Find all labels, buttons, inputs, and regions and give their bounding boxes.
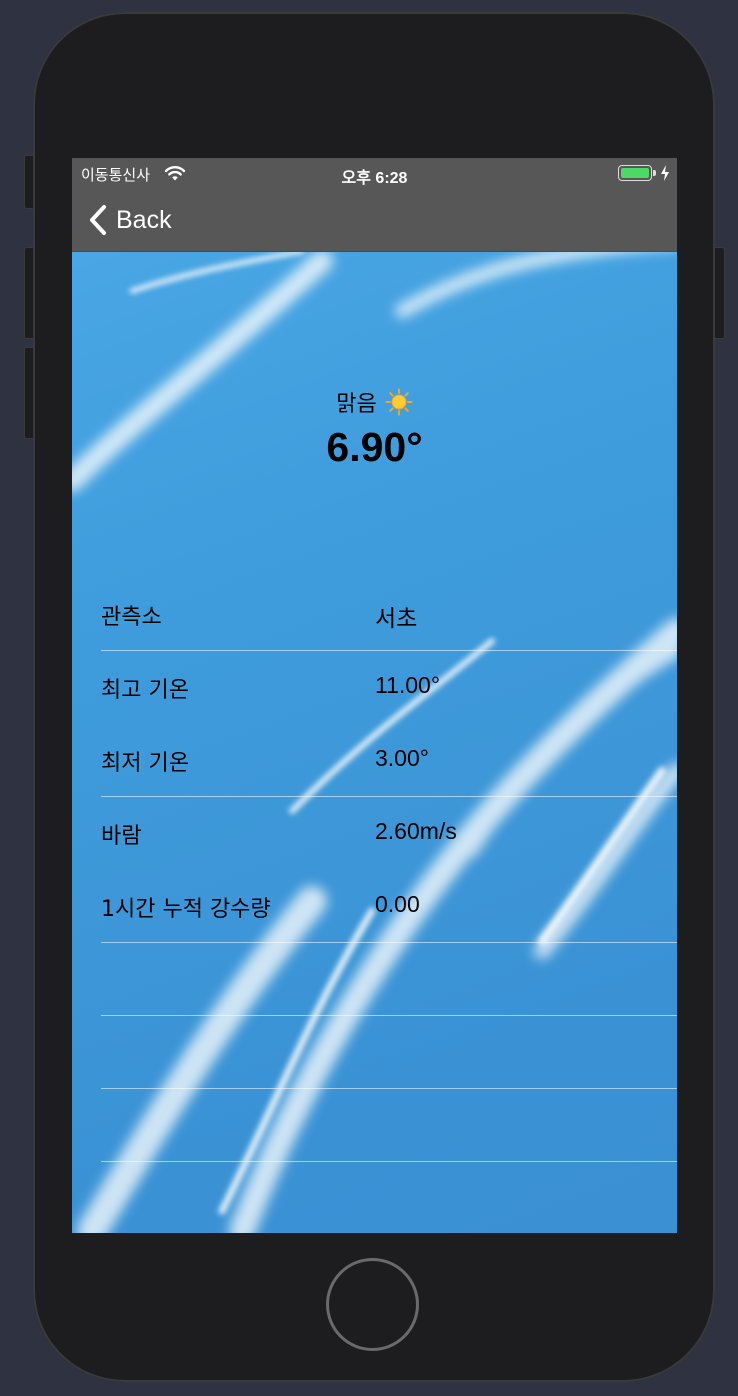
sun-icon — [385, 388, 413, 416]
battery-level — [621, 168, 649, 178]
condition-row: 맑음 — [336, 386, 413, 418]
row-label: 관측소 — [101, 605, 162, 630]
weather-details-table: 관측소 서초 최고 기온 11.00° 최저 기온 3.00° 바람 2.60m… — [101, 578, 677, 1162]
row-value: 3.00° — [375, 745, 429, 771]
row-divider — [101, 1088, 677, 1089]
weather-summary: 맑음 6.90° — [72, 386, 677, 471]
clock: 오후 6:28 — [341, 170, 408, 187]
power-button — [714, 247, 725, 339]
navigation-bar: Back — [72, 188, 677, 252]
row-divider — [101, 1161, 677, 1162]
status-bar: 이동통신사 오후 6:28 — [72, 158, 677, 188]
row-divider — [101, 796, 677, 797]
table-row: 최고 기온 11.00° — [101, 651, 677, 724]
screen: 이동통신사 오후 6:28 Back 맑음 6.90° 관측소 서초 최고 기온… — [72, 158, 677, 1233]
row-value: 2.60m/s — [375, 818, 457, 844]
row-value: 11.00° — [375, 672, 441, 698]
row-divider — [101, 650, 677, 651]
current-temperature: 6.90° — [326, 424, 423, 470]
charging-bolt-icon — [661, 165, 669, 181]
row-label: 1시간 누적 강수량 — [101, 897, 271, 922]
row-divider — [101, 942, 677, 943]
chevron-left-icon — [90, 205, 106, 235]
battery-tip — [653, 170, 656, 176]
row-label: 최저 기온 — [101, 751, 189, 776]
row-value: 서초 — [375, 605, 418, 631]
row-value: 0.00 — [375, 891, 420, 917]
row-label: 최고 기온 — [101, 678, 189, 703]
battery-icon — [618, 165, 652, 181]
table-row: 바람 2.60m/s — [101, 797, 677, 870]
table-row: 1시간 누적 강수량 0.00 — [101, 870, 677, 943]
row-divider — [101, 1015, 677, 1016]
back-label: Back — [116, 205, 172, 234]
row-label: 바람 — [101, 824, 142, 849]
back-button[interactable]: Back — [88, 202, 172, 238]
table-row: 최저 기온 3.00° — [101, 724, 677, 797]
home-button[interactable] — [326, 1258, 419, 1351]
weather-condition: 맑음 — [336, 392, 377, 417]
table-row: 관측소 서초 — [101, 578, 677, 651]
